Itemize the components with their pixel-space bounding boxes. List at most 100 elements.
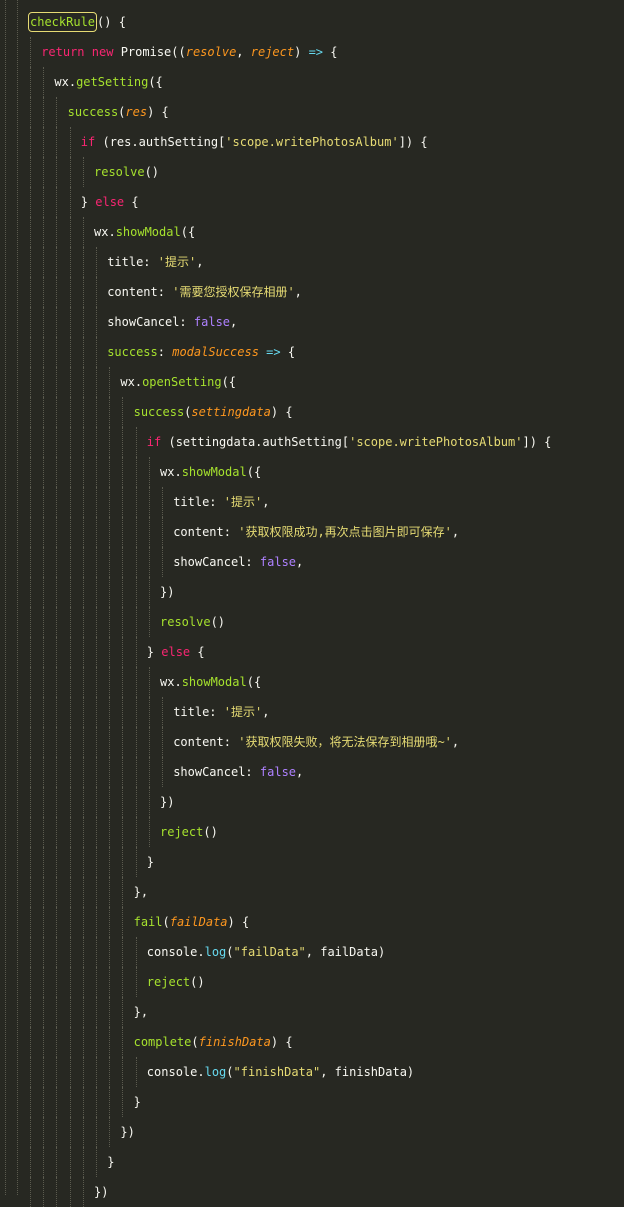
indent-guide bbox=[122, 877, 124, 907]
indent-guide bbox=[109, 1117, 111, 1147]
code-token: new bbox=[91, 45, 114, 59]
indent-guide bbox=[122, 517, 124, 547]
code-line: success: modalSuccess => { bbox=[107, 337, 295, 367]
code-editor[interactable]: checkRule() {return new Promise((resolve… bbox=[0, 0, 624, 1207]
indent-guide bbox=[30, 1087, 31, 1117]
indent-guide bbox=[56, 697, 58, 727]
code-token: fail bbox=[133, 915, 163, 929]
indent-guide bbox=[109, 487, 111, 517]
code-line: }) bbox=[160, 787, 174, 817]
indent-guide bbox=[109, 997, 111, 1027]
code-line: } else { bbox=[81, 187, 139, 217]
indent-guide bbox=[96, 397, 97, 427]
indent-guide bbox=[135, 607, 137, 637]
indent-guide bbox=[69, 997, 71, 1027]
indent-guide bbox=[43, 367, 45, 397]
indent-guide bbox=[148, 787, 150, 817]
indent-guide bbox=[43, 757, 45, 787]
code-line: wx.showModal({ bbox=[160, 457, 261, 487]
indent-guide bbox=[96, 307, 97, 337]
indent-guide bbox=[43, 97, 45, 127]
indent-guide bbox=[82, 667, 84, 697]
code-token: finishData bbox=[198, 1035, 271, 1049]
indent-guide bbox=[82, 1087, 84, 1117]
code-token: 'scope.writePhotosAlbum' bbox=[349, 435, 523, 449]
code-token: } bbox=[107, 1155, 115, 1169]
code-token: wx. bbox=[54, 75, 77, 89]
code-line: fail(failData) { bbox=[134, 907, 250, 937]
indent-guide bbox=[109, 817, 111, 847]
indent-guide bbox=[109, 787, 111, 817]
indent-guide bbox=[43, 217, 45, 247]
indent-guide bbox=[30, 637, 31, 667]
code-line: } bbox=[107, 1147, 114, 1177]
code-token: ({ bbox=[246, 465, 262, 479]
indent-guide bbox=[56, 577, 58, 607]
code-token: : bbox=[157, 345, 173, 359]
indent-guide bbox=[56, 997, 58, 1027]
indent-guide bbox=[148, 457, 150, 487]
indent-guide bbox=[148, 517, 150, 547]
indent-guide bbox=[43, 907, 45, 937]
code-line: }) bbox=[120, 1117, 134, 1147]
indent-guide bbox=[109, 667, 111, 697]
code-token: console. bbox=[146, 945, 205, 959]
indent-guide bbox=[96, 907, 97, 937]
indent-guide bbox=[122, 607, 124, 637]
indent-guide bbox=[56, 817, 58, 847]
indent-guide bbox=[122, 757, 124, 787]
indent-guide bbox=[69, 847, 71, 877]
code-line: showCancel: false, bbox=[173, 757, 303, 787]
indent-guide bbox=[69, 517, 71, 547]
indent-guide bbox=[56, 727, 58, 757]
indent-guide bbox=[109, 397, 111, 427]
indent-guide bbox=[56, 637, 58, 667]
indent-guide bbox=[82, 967, 84, 997]
code-token: => bbox=[308, 45, 324, 59]
indent-guide bbox=[135, 517, 137, 547]
indent-guide bbox=[30, 817, 31, 847]
indent-guide bbox=[30, 307, 31, 337]
code-token: () bbox=[203, 825, 218, 839]
indent-guide bbox=[30, 397, 31, 427]
indent-guide bbox=[122, 577, 124, 607]
indent-guide bbox=[135, 637, 137, 667]
indent-guide bbox=[96, 1147, 97, 1177]
indent-guide bbox=[82, 817, 84, 847]
indent-guide bbox=[82, 217, 84, 247]
indent-guide bbox=[109, 637, 111, 667]
indent-guide bbox=[82, 697, 84, 727]
code-token: return bbox=[41, 45, 85, 59]
indent-guide bbox=[56, 547, 58, 577]
indent-guide bbox=[96, 547, 97, 577]
code-line: if (settingdata.authSetting['scope.write… bbox=[147, 427, 552, 457]
indent-guide bbox=[82, 577, 84, 607]
indent-guide bbox=[148, 817, 150, 847]
indent-guide bbox=[69, 187, 71, 217]
indent-guide bbox=[30, 1117, 31, 1147]
code-token: '提示' bbox=[157, 255, 197, 269]
code-token: } bbox=[146, 855, 155, 869]
indent-guide bbox=[82, 1117, 84, 1147]
indent-guide bbox=[30, 247, 31, 277]
indent-guide bbox=[109, 1087, 111, 1117]
code-line: return new Promise((resolve, reject) => … bbox=[41, 37, 337, 67]
indent-guide bbox=[69, 697, 71, 727]
highlighted-identifier: checkRule bbox=[28, 12, 98, 32]
indent-guide bbox=[122, 457, 124, 487]
indent-guide bbox=[135, 457, 137, 487]
code-token: (settingdata.authSetting[ bbox=[161, 435, 350, 449]
indent-guide bbox=[43, 697, 45, 727]
code-token: content: bbox=[173, 735, 239, 749]
indent-guide bbox=[122, 907, 124, 937]
code-token: () bbox=[210, 615, 226, 629]
code-token: }, bbox=[133, 885, 149, 899]
indent-guide bbox=[69, 577, 71, 607]
code-line: }) bbox=[94, 1177, 108, 1207]
code-token: else bbox=[161, 645, 191, 659]
indent-guide bbox=[96, 517, 97, 547]
indent-guide bbox=[122, 637, 124, 667]
code-line: } bbox=[147, 847, 154, 877]
indent-guide bbox=[56, 937, 58, 967]
